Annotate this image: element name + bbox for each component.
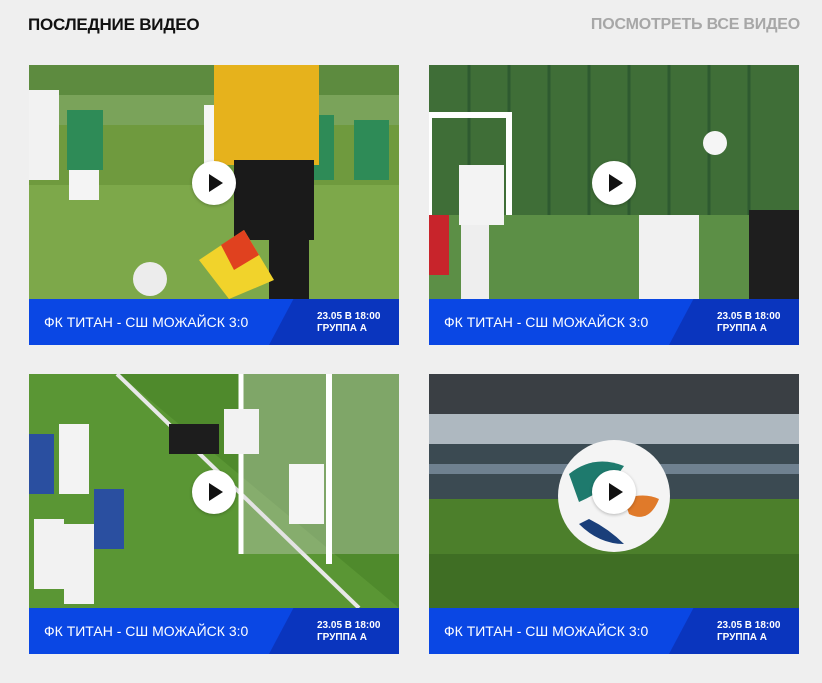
video-meta: 23.05 В 18:00 ГРУППА А (717, 620, 780, 644)
video-thumbnail[interactable] (29, 374, 399, 608)
video-match-title: ФК ТИТАН - СШ МОЖАЙСК 3:0 (444, 314, 649, 330)
video-date: 23.05 В 18:00 (717, 311, 781, 322)
section-header: ПОСЛЕДНИЕ ВИДЕО ПОСМОТРЕТЬ ВСЕ ВИДЕО (28, 0, 800, 52)
video-match-title: ФК ТИТАН - СШ МОЖАЙСК 3:0 (44, 314, 249, 330)
video-caption: ФК ТИТАН - СШ МОЖАЙСК 3:0 23.05 В 18:00 … (29, 299, 399, 345)
video-group: ГРУППА А (317, 323, 368, 334)
play-button[interactable] (592, 470, 636, 514)
section-title: ПОСЛЕДНИЕ ВИДЕО (28, 15, 200, 34)
video-meta: 23.05 В 18:00 ГРУППА А (717, 311, 780, 335)
video-caption: ФК ТИТАН - СШ МОЖАЙСК 3:0 23.05 В 18:00 … (429, 299, 799, 345)
video-group: ГРУППА А (717, 323, 768, 334)
video-card[interactable]: ФК ТИТАН - СШ МОЖАЙСК 3:0 23.05 В 18:00 … (429, 374, 799, 654)
video-thumbnail[interactable] (29, 65, 399, 299)
see-all-videos-link[interactable]: ПОСМОТРЕТЬ ВСЕ ВИДЕО (591, 16, 800, 34)
video-caption: ФК ТИТАН - СШ МОЖАЙСК 3:0 23.05 В 18:00 … (429, 608, 799, 654)
video-group: ГРУППА А (717, 632, 768, 643)
video-date: 23.05 В 18:00 (317, 620, 381, 631)
video-date: 23.05 В 18:00 (717, 620, 781, 631)
video-thumbnail[interactable] (429, 374, 799, 608)
video-caption: ФК ТИТАН - СШ МОЖАЙСК 3:0 23.05 В 18:00 … (29, 608, 399, 654)
play-button[interactable] (192, 470, 236, 514)
video-meta: 23.05 В 18:00 ГРУППА А (317, 620, 380, 644)
play-button[interactable] (592, 161, 636, 205)
video-match-title: ФК ТИТАН - СШ МОЖАЙСК 3:0 (44, 623, 249, 639)
video-match-title: ФК ТИТАН - СШ МОЖАЙСК 3:0 (444, 623, 649, 639)
video-date: 23.05 В 18:00 (317, 311, 381, 322)
video-card[interactable]: ФК ТИТАН - СШ МОЖАЙСК 3:0 23.05 В 18:00 … (29, 65, 399, 345)
video-group: ГРУППА А (317, 632, 368, 643)
video-thumbnail[interactable] (429, 65, 799, 299)
video-card[interactable]: ФК ТИТАН - СШ МОЖАЙСК 3:0 23.05 В 18:00 … (429, 65, 799, 345)
video-meta: 23.05 В 18:00 ГРУППА А (317, 311, 380, 335)
play-button[interactable] (192, 161, 236, 205)
video-card[interactable]: ФК ТИТАН - СШ МОЖАЙСК 3:0 23.05 В 18:00 … (29, 374, 399, 654)
